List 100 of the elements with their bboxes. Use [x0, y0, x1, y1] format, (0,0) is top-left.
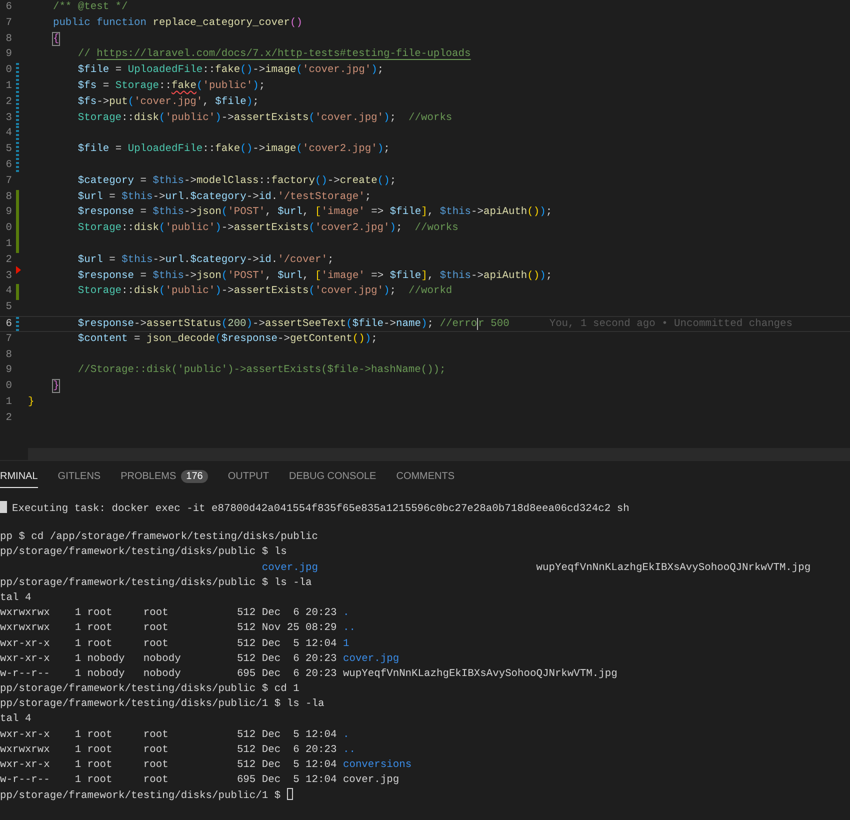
terminal-text: wxr-xr-x 1 root root 512 Dec 5 12:04 [0, 759, 337, 771]
code-link[interactable]: https://laravel.com/docs/7.x/http-tests#testing-file-uploads [96, 48, 471, 60]
terminal-text: Executing task: docker exec -it e87800d42a041554f835f65e835a1215596c0bc27e28a0b718d8eea06cd324c2 sh [12, 503, 630, 515]
code-string: 'cover2.jpg' [314, 222, 390, 234]
code-bracket: ( [158, 222, 166, 234]
code-bracket: () [352, 332, 365, 345]
code-variable: $response [78, 206, 134, 218]
task-marker-icon [0, 501, 7, 513]
code-text: , [265, 270, 272, 282]
code-variable: url [165, 190, 184, 203]
code-variable: $file [352, 318, 384, 330]
code-comment: //Storage::disk('public')->assertExists($file->hashName()); [78, 364, 446, 376]
code-function: apiAuth [484, 206, 528, 218]
code-text: ; [546, 206, 552, 218]
code-keyword: $this [152, 270, 184, 282]
code-bracket: ) [215, 222, 222, 234]
code-text: :: [258, 174, 272, 187]
line-number: 3 [4, 110, 12, 126]
code-text: -> [246, 254, 259, 266]
code-comment: //workd [408, 285, 452, 298]
code-text: -> [152, 254, 166, 266]
line-number: 0 [4, 379, 12, 394]
code-comment: //works [414, 222, 458, 234]
code-text: ; [390, 174, 396, 187]
panel-tab[interactable]: PROBLEMS 176 [120, 465, 208, 489]
code-string: 'cover.jpg' [314, 112, 384, 124]
panel-tab[interactable]: GITLENS [58, 466, 101, 488]
directory-entry: .. [342, 744, 356, 756]
directory-entry: .. [342, 622, 356, 634]
code-bracket: ) [246, 318, 253, 330]
code-function: put [109, 96, 128, 108]
code-text: , [302, 206, 309, 218]
code-string: 'image' [321, 270, 365, 282]
line-number: 1 [4, 78, 12, 94]
code-text: => [371, 206, 384, 218]
terminal-text: tal 4 [0, 592, 32, 604]
code-text: ; [258, 80, 266, 92]
code-text: = [115, 143, 122, 156]
panel-tab[interactable]: DEBUG CONSOLE [288, 466, 376, 488]
code-variable: $file [215, 96, 246, 108]
code-variable: id [258, 254, 272, 266]
code-keyword: $this [440, 270, 472, 282]
code-function: image [265, 143, 296, 156]
line-number: 3 [4, 268, 12, 284]
code-bracket: ) [384, 112, 390, 124]
directory-entry: . [342, 607, 350, 620]
code-bracket: ( [221, 270, 228, 282]
terminal-text: wxrwxrwx 1 root root 512 Dec 6 20:23 [0, 744, 337, 756]
panel-tab[interactable]: OUTPUT [228, 466, 269, 488]
terminal-text: pp/storage/framework/testing/disks/public $ ls [0, 546, 287, 558]
code-keyword: $this [122, 254, 153, 266]
code-text: = [134, 332, 140, 345]
code-string: '/cover' [278, 254, 328, 266]
code-variable: $url [278, 206, 303, 218]
code-bracket: () [240, 143, 253, 156]
code-keyword: public [52, 16, 90, 29]
terminal-text: tal 4 [0, 713, 32, 726]
code-text: ; [390, 112, 396, 124]
code-class: UploadedFile [128, 64, 203, 76]
code-text: = [140, 270, 147, 282]
code-bracket: ) [252, 80, 259, 92]
code-variable: $url [78, 254, 103, 266]
code-function: json [196, 270, 222, 282]
code-text: -> [252, 318, 266, 330]
line-number: 1 [4, 394, 12, 410]
code-function: apiAuth [484, 270, 528, 282]
code-keyword: $this [152, 206, 184, 218]
code-text: -> [221, 222, 234, 234]
line-number: 5 [4, 142, 12, 158]
git-change-marker [16, 316, 19, 331]
code-text: , [202, 96, 209, 108]
code-variable: $response [221, 332, 278, 345]
code-text: , [427, 206, 434, 218]
code-variable: name [396, 318, 421, 330]
code-text: => [371, 270, 384, 282]
line-number: 0 [4, 221, 12, 236]
code-bracket: [ [315, 270, 322, 282]
code-variable: $category [78, 174, 134, 187]
code-variable: $content [78, 332, 128, 345]
code-text: -> [471, 206, 484, 218]
terminal-text: wupYeqfVnNnKLazhgEkIBXsAvySohooQJNrkwVTM.jpg [536, 562, 811, 574]
code-bracket: ( [158, 285, 166, 298]
terminal-text: pp/storage/framework/testing/disks/public/1 $ ls -la [0, 698, 324, 710]
code-text: ; [252, 96, 259, 108]
code-comment: // [78, 48, 90, 60]
line-number: 8 [4, 348, 12, 363]
panel-tab[interactable]: COMMENTS [396, 466, 455, 488]
code-text: ; [327, 254, 334, 266]
code-text: = [109, 190, 116, 203]
code-variable: $response [78, 318, 134, 330]
code-text: :: [202, 143, 216, 156]
code-bracket: ) [420, 318, 428, 330]
panel-tab[interactable]: RMINAL [0, 466, 38, 488]
code-function: replace_category_cover [152, 16, 290, 29]
code-variable: $fs [78, 80, 97, 92]
code-string: 'public' [165, 285, 216, 298]
code-variable: id [258, 190, 272, 203]
line-number: 9 [4, 47, 12, 62]
code-text: -> [252, 143, 266, 156]
code-text: -> [152, 190, 166, 203]
